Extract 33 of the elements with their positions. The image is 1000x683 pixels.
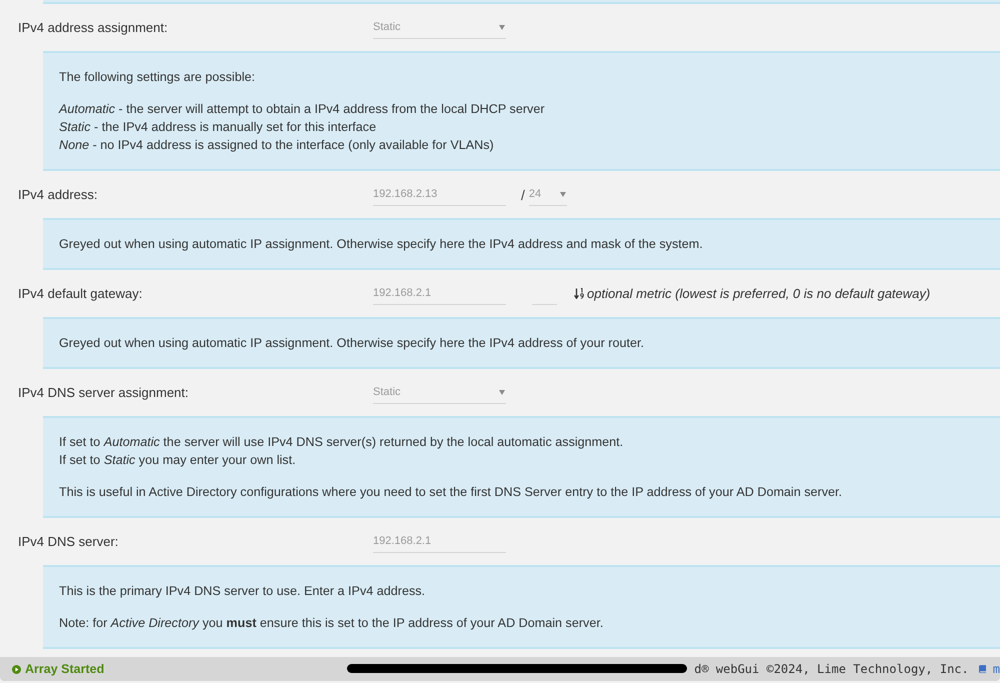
mask-separator: / xyxy=(521,186,525,202)
setting-label: IPv4 address: xyxy=(18,187,98,202)
caret-icon xyxy=(499,390,505,394)
help-text: Automatic - the server will attempt to obtain a IPv4 address from the local DHCP server xyxy=(59,101,545,118)
setting-label: IPv4 DNS server assignment: xyxy=(18,385,190,400)
help-text: This is the primary IPv4 DNS server to use. Enter a IPv4 address. xyxy=(59,583,426,600)
copyright-text: d® webGui ©2024, Lime Technology, Inc. xyxy=(694,662,969,676)
setting-label: IPv4 address assignment: xyxy=(18,20,169,35)
help-text: The following settings are possible: xyxy=(59,69,256,86)
caret-icon xyxy=(499,24,505,30)
manual-link[interactable]: m xyxy=(992,662,1000,676)
help-text: If set to Static you may enter your own list. xyxy=(59,452,296,469)
setting-label: IPv4 default gateway: xyxy=(18,286,144,301)
help-text: Greyed out when using automatic IP assignment. Otherwise specify here the IPv4 address of your router. xyxy=(59,335,644,352)
help-text: Note: for Active Directory you must ensure this is set to the IP address of your AD Domain server. xyxy=(59,615,604,632)
help-text: Greyed out when using automatic IP assignment. Otherwise specify here the IPv4 address and mask of the system. xyxy=(59,236,703,253)
select-field[interactable]: Static xyxy=(373,381,506,404)
array-status: Array Started xyxy=(25,662,104,676)
mask-select[interactable]: 24 xyxy=(528,183,567,206)
metric-hint: optional metric (lowest is preferred, 0 is no default gateway) xyxy=(587,286,930,301)
sort-down-icon xyxy=(574,288,585,299)
dns-server-field[interactable]: 192.168.2.1 xyxy=(373,530,506,553)
select-field[interactable]: Static xyxy=(373,16,506,39)
book-icon xyxy=(978,665,986,673)
help-text: Static - the IPv4 address is manually set for this interface xyxy=(59,119,376,136)
play-circle-icon xyxy=(12,664,21,674)
help-text: If set to Automatic the server will use IPv4 DNS server(s) returned by the local automatic assignment. xyxy=(59,434,624,451)
caret-icon xyxy=(560,192,566,196)
help-text: This is useful in Active Directory configurations where you need to set the first DNS Server entry to the IP address of your AD Domain server. xyxy=(59,484,842,501)
gateway-field[interactable]: 192.168.2.1 xyxy=(373,282,506,305)
setting-label: IPv4 DNS server: xyxy=(18,534,120,549)
help-text: None - no IPv4 address is assigned to the interface (only available for VLANs) xyxy=(59,137,494,154)
ip-address-field[interactable]: 192.168.2.13 xyxy=(373,183,506,206)
